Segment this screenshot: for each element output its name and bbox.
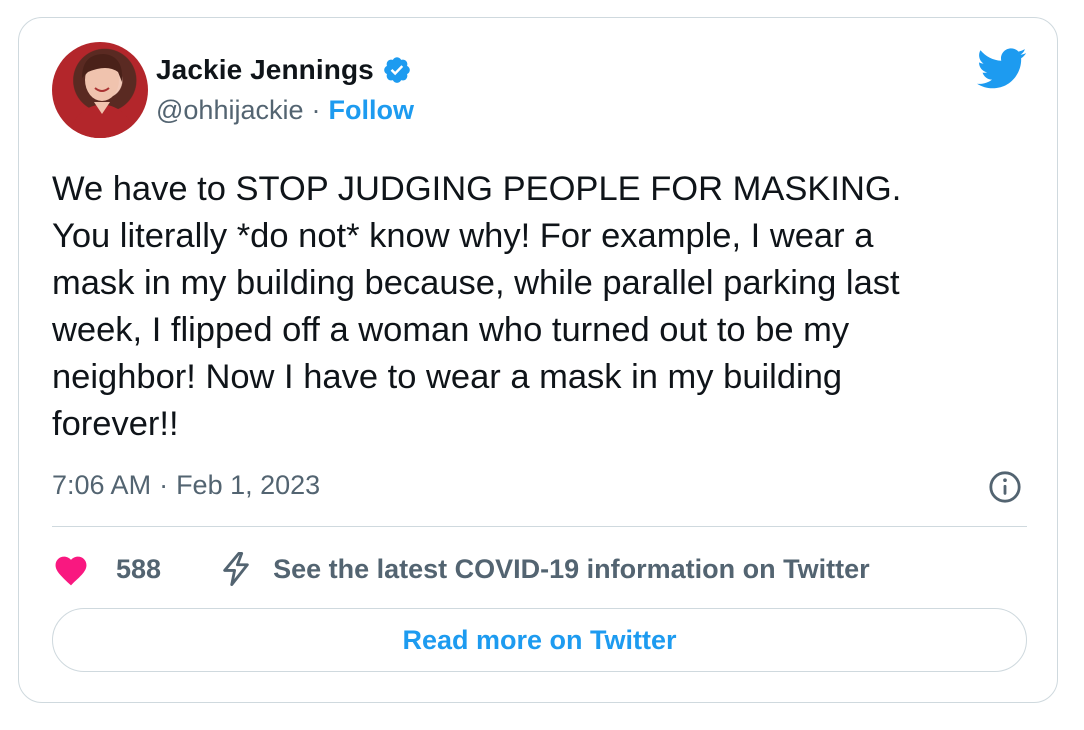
tweet-time[interactable]: 7:06 AM bbox=[52, 470, 151, 501]
heart-icon[interactable] bbox=[52, 552, 90, 586]
handle-row: @ohhijackie · Follow bbox=[156, 95, 414, 126]
tweet-meta: 7:06 AM · Feb 1, 2023 bbox=[52, 470, 320, 501]
covid-info-link[interactable]: See the latest COVID-19 information on T… bbox=[273, 554, 870, 585]
tweet-card: Jackie Jennings @ohhijackie · Follow We … bbox=[18, 17, 1058, 703]
read-more-button[interactable]: Read more on Twitter bbox=[52, 608, 1027, 672]
verified-badge-icon bbox=[382, 55, 412, 85]
like-count[interactable]: 588 bbox=[116, 554, 161, 585]
author-name-row: Jackie Jennings bbox=[156, 54, 412, 86]
meta-separator: · bbox=[159, 470, 169, 500]
info-icon[interactable] bbox=[988, 470, 1022, 504]
author-handle[interactable]: @ohhijackie bbox=[156, 95, 304, 126]
handle-separator: · bbox=[311, 95, 321, 125]
tweet-text: We have to STOP JUDGING PEOPLE FOR MASKI… bbox=[52, 170, 902, 443]
divider bbox=[52, 526, 1027, 527]
lightning-bolt-icon bbox=[223, 552, 249, 586]
follow-button[interactable]: Follow bbox=[329, 95, 414, 126]
twitter-bird-icon[interactable] bbox=[977, 48, 1027, 90]
author-name[interactable]: Jackie Jennings bbox=[156, 54, 374, 86]
avatar[interactable] bbox=[52, 42, 148, 138]
action-row: 588 See the latest COVID-19 information … bbox=[52, 550, 870, 588]
tweet-date[interactable]: Feb 1, 2023 bbox=[176, 470, 320, 501]
